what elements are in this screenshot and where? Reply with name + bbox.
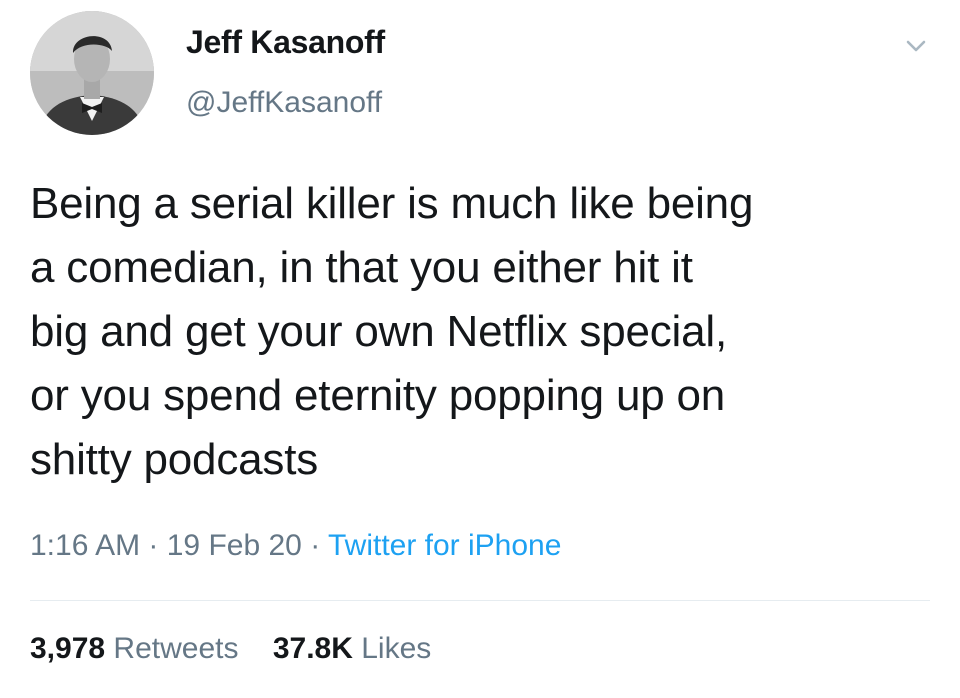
tweet-text: Being a serial killer is much like being… <box>30 179 754 484</box>
tweet-date[interactable]: 19 Feb 20 <box>167 529 302 562</box>
tweet-source-link[interactable]: Twitter for iPhone <box>328 529 561 562</box>
profile-photo-icon <box>30 11 154 135</box>
tweet-metadata: 1:16 AM · 19 Feb 20 · Twitter for iPhone <box>30 529 561 563</box>
likes-label: Likes <box>361 632 432 665</box>
likes-count: 37.8K <box>272 632 353 665</box>
avatar[interactable] <box>30 11 154 135</box>
tweet-card: Jeff Kasanoff @JeffKasanoff Being a seri… <box>0 0 960 698</box>
chevron-down-icon[interactable] <box>900 30 932 62</box>
likes-stat[interactable]: 37.8K Likes <box>273 632 431 666</box>
retweets-count: 3,978 <box>30 632 106 665</box>
tweet-stats: 3,978 Retweets 37.8K Likes <box>30 632 457 666</box>
user-handle[interactable]: @JeffKasanoff <box>186 86 382 120</box>
separator-dot: · <box>301 529 328 562</box>
tweet-time[interactable]: 1:16 AM <box>30 529 140 562</box>
retweets-label: Retweets <box>113 632 239 665</box>
retweets-stat[interactable]: 3,978 Retweets <box>30 632 238 666</box>
separator-dot: · <box>140 529 167 562</box>
divider <box>30 600 930 601</box>
display-name[interactable]: Jeff Kasanoff <box>186 24 385 61</box>
